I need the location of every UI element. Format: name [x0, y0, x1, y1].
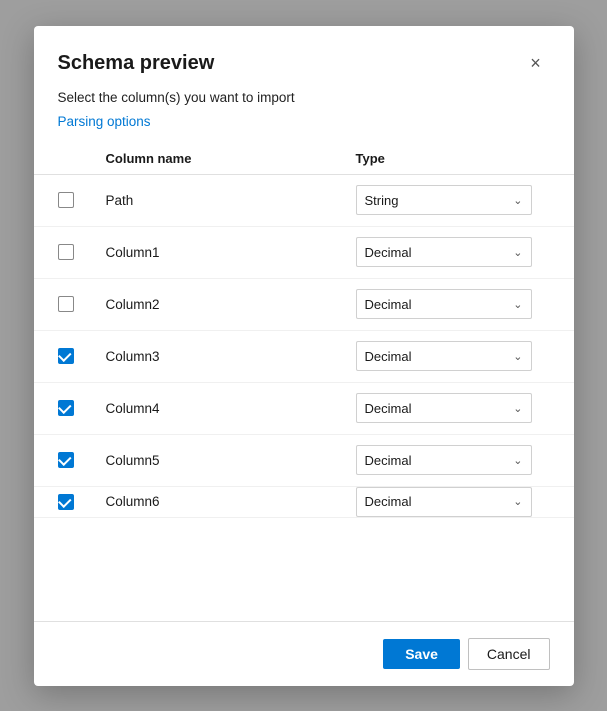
schema-preview-dialog: Schema preview × Select the column(s) yo…: [34, 26, 574, 686]
dialog-title: Schema preview: [58, 52, 215, 75]
row-column-name: Column5: [106, 453, 356, 468]
chevron-down-icon: ⌄: [513, 402, 522, 415]
row-checkbox-col4[interactable]: [58, 400, 74, 416]
close-button[interactable]: ×: [522, 50, 550, 78]
table-row: Column3 Decimal ⌄: [34, 331, 574, 383]
cancel-button[interactable]: Cancel: [468, 638, 550, 670]
row-column-name: Column2: [106, 297, 356, 312]
row-column-name: Column6: [106, 494, 356, 509]
table-row: Column6 Decimal ⌄: [34, 487, 574, 518]
row-type-select-col5[interactable]: Decimal ⌄: [356, 445, 532, 475]
chevron-down-icon: ⌄: [513, 454, 522, 467]
row-checkbox-col5[interactable]: [58, 452, 74, 468]
column-name-header: Column name: [106, 151, 356, 166]
row-type-select-col2[interactable]: Decimal ⌄: [356, 289, 532, 319]
type-value: Decimal: [365, 401, 412, 416]
save-button[interactable]: Save: [383, 639, 460, 669]
table-row: Column5 Decimal ⌄: [34, 435, 574, 487]
row-type-select-col6[interactable]: Decimal ⌄: [356, 487, 532, 517]
type-value: Decimal: [365, 453, 412, 468]
table-row: Column1 Decimal ⌄: [34, 227, 574, 279]
column-type-header: Type: [356, 151, 556, 166]
row-column-name: Column1: [106, 245, 356, 260]
row-column-name: Column3: [106, 349, 356, 364]
row-type-select-path[interactable]: String ⌄: [356, 185, 532, 215]
row-column-name: Path: [106, 193, 356, 208]
type-value: String: [365, 193, 399, 208]
chevron-down-icon: ⌄: [513, 298, 522, 311]
row-type-select-col4[interactable]: Decimal ⌄: [356, 393, 532, 423]
row-checkbox-col3[interactable]: [58, 348, 74, 364]
row-type-select-col3[interactable]: Decimal ⌄: [356, 341, 532, 371]
parsing-options-section: Parsing options: [34, 113, 574, 143]
row-type-select-col1[interactable]: Decimal ⌄: [356, 237, 532, 267]
row-column-name: Column4: [106, 401, 356, 416]
row-checkbox-col2[interactable]: [58, 296, 74, 312]
dialog-subtitle: Select the column(s) you want to import: [34, 90, 574, 113]
table-header: Column name Type: [34, 143, 574, 175]
type-value: Decimal: [365, 297, 412, 312]
parsing-options-link[interactable]: Parsing options: [58, 114, 151, 129]
dialog-footer: Save Cancel: [34, 621, 574, 686]
row-checkbox-path[interactable]: [58, 192, 74, 208]
chevron-down-icon: ⌄: [513, 350, 522, 363]
type-value: Decimal: [365, 494, 412, 509]
chevron-down-icon: ⌄: [513, 194, 522, 207]
table-scroll-wrapper: PathString⌄Column1Decimal⌄Column2Decimal…: [34, 175, 574, 621]
row-checkbox-col6[interactable]: [58, 494, 74, 510]
table-row: Column4 Decimal ⌄: [34, 383, 574, 435]
type-value: Decimal: [365, 349, 412, 364]
chevron-down-icon: ⌄: [513, 495, 522, 508]
dialog-header: Schema preview ×: [34, 26, 574, 90]
table-rows-container: PathString⌄Column1Decimal⌄Column2Decimal…: [34, 175, 574, 621]
table-row: Column2 Decimal ⌄: [34, 279, 574, 331]
table-row: Path String ⌄: [34, 175, 574, 227]
row-checkbox-col1[interactable]: [58, 244, 74, 260]
chevron-down-icon: ⌄: [513, 246, 522, 259]
table-area: Column name Type PathString⌄Column1Decim…: [34, 143, 574, 621]
type-value: Decimal: [365, 245, 412, 260]
